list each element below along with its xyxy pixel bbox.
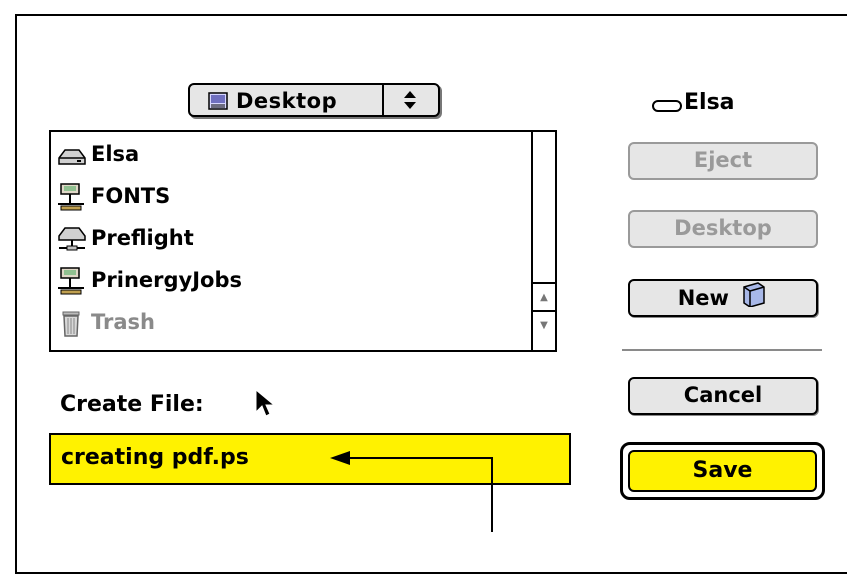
location-popup[interactable]: Desktop <box>188 83 440 117</box>
trash-icon <box>55 308 87 338</box>
button-divider <box>622 349 822 351</box>
server-icon <box>55 224 87 254</box>
save-button[interactable]: Save <box>628 450 817 492</box>
list-item-label: FONTS <box>91 184 171 208</box>
list-item[interactable]: Trash <box>53 304 533 344</box>
list-item-label: Elsa <box>91 142 140 166</box>
create-file-label: Create File: <box>60 392 204 417</box>
scroll-up-arrow-icon[interactable]: ▲ <box>533 282 555 310</box>
volume-name: Elsa <box>684 90 735 115</box>
list-item[interactable]: Preflight <box>53 220 533 260</box>
folder-icon <box>740 281 768 317</box>
network-volume-icon <box>55 182 87 212</box>
hard-disk-icon <box>652 98 682 117</box>
new-folder-button[interactable]: New <box>628 279 818 317</box>
list-item[interactable]: PrinergyJobs <box>53 262 533 302</box>
save-button-default-ring[interactable]: Save <box>620 442 825 500</box>
network-volume-icon <box>55 266 87 296</box>
location-popup-label: Desktop <box>236 89 338 113</box>
hard-disk-icon <box>55 140 87 170</box>
list-scrollbar[interactable]: ▲ ▼ <box>531 132 555 350</box>
list-item-label: PrinergyJobs <box>91 268 242 292</box>
cancel-button[interactable]: Cancel <box>628 377 818 415</box>
desktop-button[interactable]: Desktop <box>628 210 818 248</box>
list-item[interactable]: Elsa <box>53 136 533 176</box>
updown-arrows-icon <box>388 89 432 111</box>
scroll-down-arrow-icon[interactable]: ▼ <box>533 310 555 350</box>
list-item-label: Preflight <box>91 226 194 250</box>
mouse-pointer-icon <box>254 388 276 422</box>
file-list[interactable]: Elsa FONTS Preflight PrinergyJobs Trash … <box>49 130 557 352</box>
eject-button[interactable]: Eject <box>628 142 818 180</box>
list-item-label: Trash <box>91 310 155 334</box>
filename-input[interactable]: creating pdf.ps <box>49 433 571 485</box>
filename-value: creating pdf.ps <box>61 445 249 470</box>
desktop-icon <box>208 92 228 114</box>
list-item[interactable]: FONTS <box>53 178 533 218</box>
popup-divider <box>382 85 384 115</box>
new-folder-label: New <box>677 286 729 310</box>
